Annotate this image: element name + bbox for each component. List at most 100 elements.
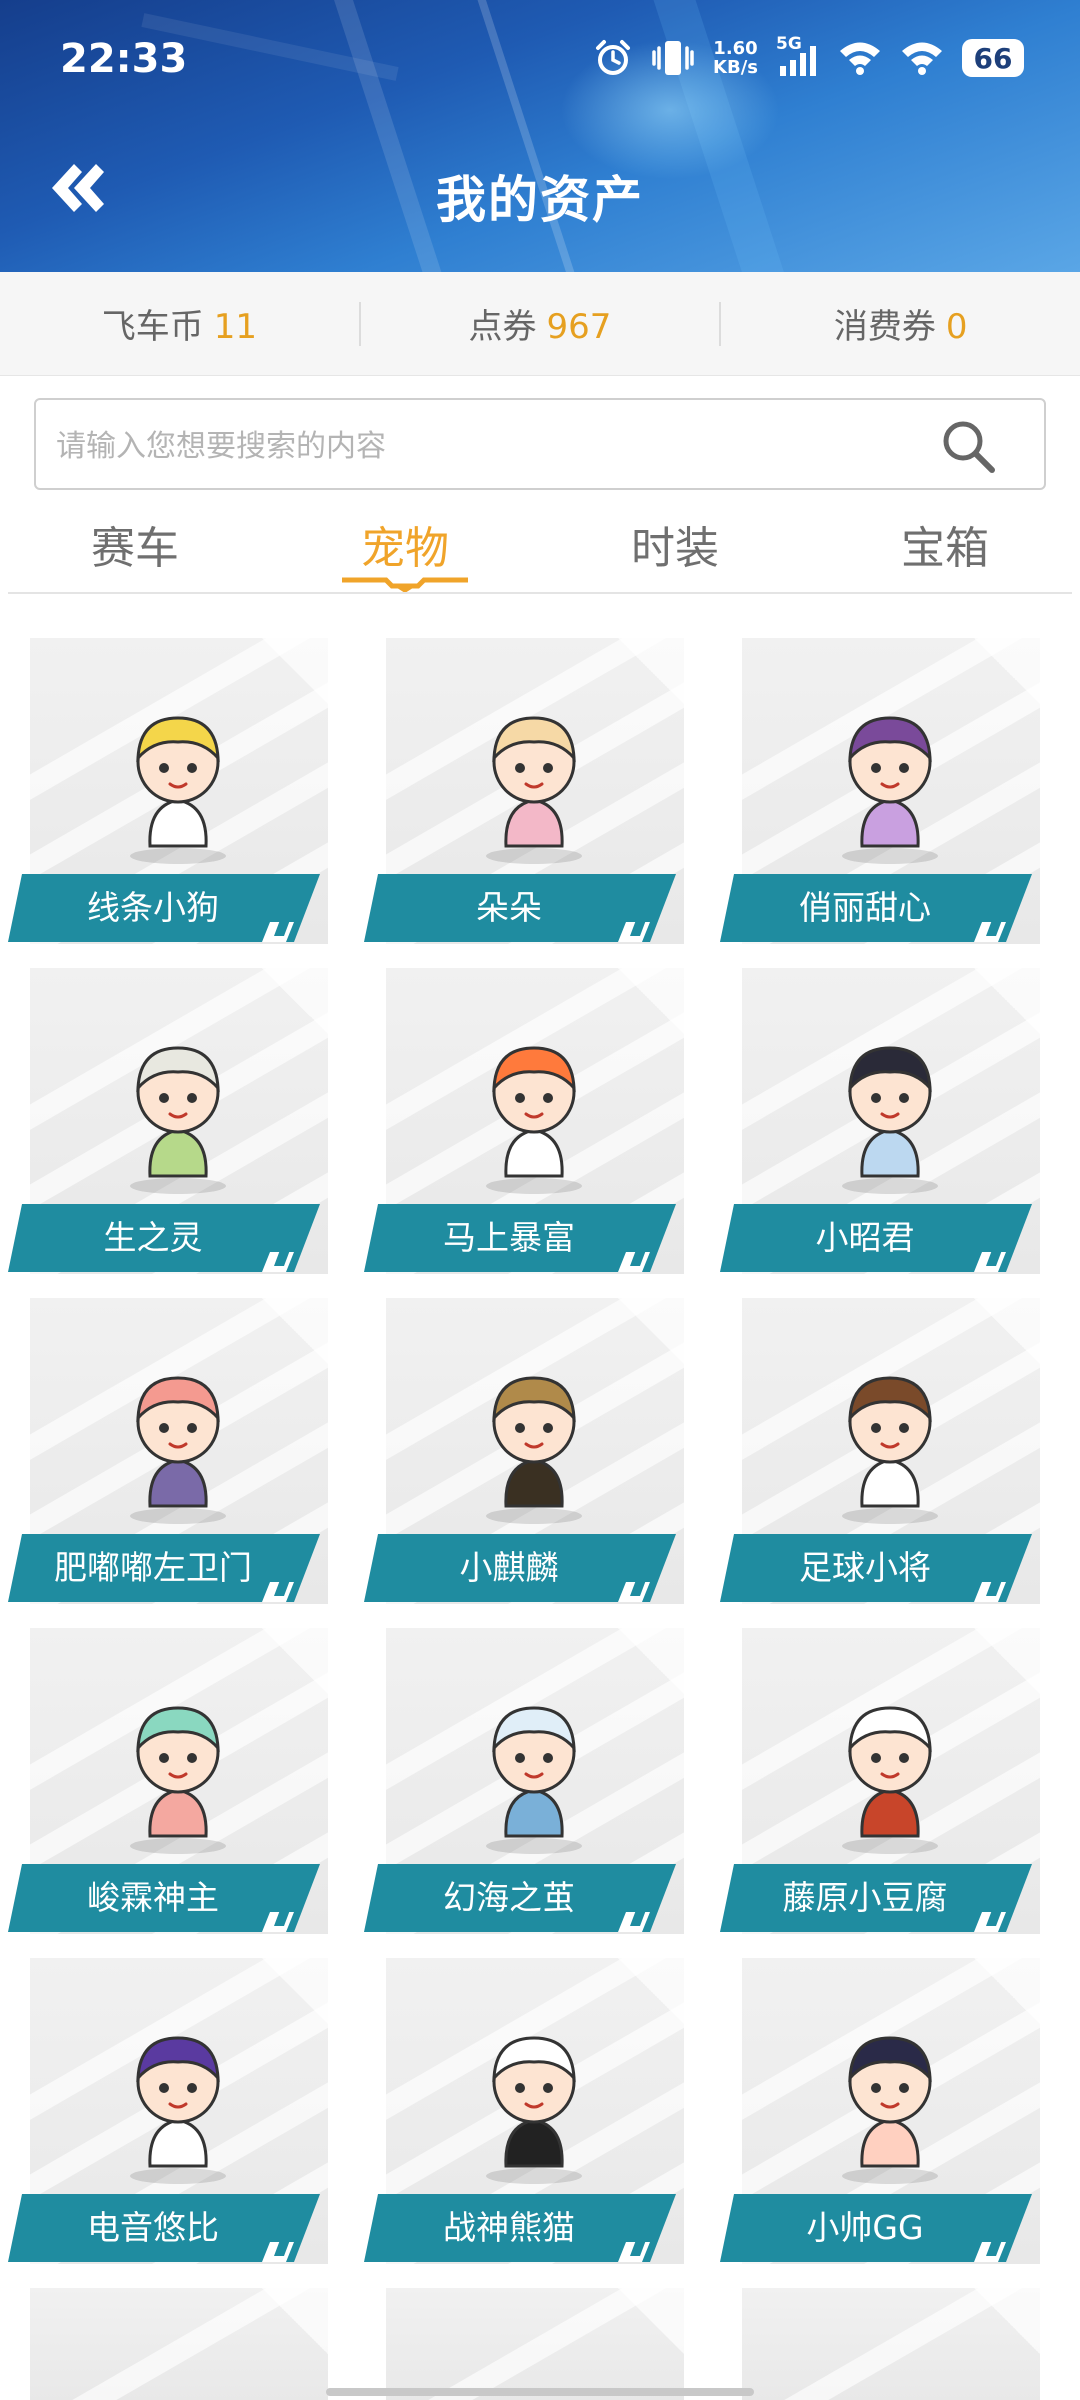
- pet-label: 幻海之茧: [364, 1864, 684, 1932]
- pet-image: [486, 2036, 582, 2184]
- pet-card[interactable]: 战神熊猫: [364, 1956, 704, 2264]
- pet-label: 朵朵: [364, 874, 684, 942]
- pet-label: 电音悠比: [8, 2194, 328, 2262]
- pet-name: 幻海之茧: [443, 1878, 575, 1917]
- category-tabs: 赛车 宠物 时装 宝箱: [0, 500, 1080, 596]
- pet-label: 藤原小豆腐: [720, 1864, 1040, 1932]
- pet-card[interactable]: [8, 2286, 348, 2400]
- pet-name: 俏丽甜心: [799, 888, 931, 927]
- pet-image: [486, 1706, 582, 1854]
- pet-card[interactable]: 峻霖神主: [8, 1626, 348, 1934]
- pet-card[interactable]: [364, 2286, 704, 2400]
- pet-name: 足球小将: [799, 1548, 931, 1587]
- pet-image: [842, 1046, 938, 1194]
- tab-label: 宠物: [361, 523, 449, 574]
- pet-label: 线条小狗: [8, 874, 328, 942]
- pet-card[interactable]: 朵朵: [364, 636, 704, 944]
- network-speed: 1.60 KB/s: [713, 39, 758, 77]
- pet-name: 电音悠比: [87, 2208, 219, 2247]
- currency-label: 飞车币: [101, 307, 204, 347]
- status-time: 22:33: [60, 36, 188, 82]
- alarm-icon: [596, 40, 631, 75]
- pet-name: 小帅GG: [806, 2208, 924, 2247]
- currency-coin: 飞车币 11: [0, 299, 359, 348]
- currency-value: 967: [546, 307, 612, 347]
- pet-image: [130, 716, 226, 864]
- pet-card[interactable]: 肥嘟嘟左卫门: [8, 1296, 348, 1604]
- card-background: [386, 2288, 684, 2400]
- pet-card[interactable]: 小麒麟: [364, 1296, 704, 1604]
- tab-label: 时装: [631, 523, 719, 574]
- pet-image: [842, 2036, 938, 2184]
- pet-image: [842, 1706, 938, 1854]
- wifi-icon: [902, 42, 942, 75]
- pet-image: [130, 1046, 226, 1194]
- currency-consumption: 消费券 0: [721, 299, 1080, 348]
- pet-image: [130, 1706, 226, 1854]
- currency-voucher: 点券 967: [361, 299, 720, 348]
- signal-group: 5G: [776, 34, 820, 78]
- pet-card[interactable]: 幻海之茧: [364, 1626, 704, 1934]
- pet-card[interactable]: 生之灵: [8, 966, 348, 1274]
- pet-label: 肥嘟嘟左卫门: [8, 1534, 328, 1602]
- pet-image: [486, 716, 582, 864]
- vibrate-icon: [652, 41, 694, 75]
- search-input[interactable]: [56, 418, 916, 474]
- page-title: 我的资产: [436, 171, 644, 229]
- pet-label: 小麒麟: [364, 1534, 684, 1602]
- tab-pets[interactable]: 宠物: [270, 500, 540, 596]
- battery-icon: 66: [962, 39, 1024, 77]
- currency-value: 11: [213, 307, 257, 347]
- tab-label: 赛车: [91, 523, 179, 574]
- pet-image: [486, 1046, 582, 1194]
- pet-label: 足球小将: [720, 1534, 1040, 1602]
- tab-label: 宝箱: [901, 523, 989, 574]
- pet-name: 马上暴富: [443, 1218, 575, 1257]
- currency-bar: 飞车币 11 点券 967 消费券 0: [0, 272, 1080, 376]
- search-icon[interactable]: [938, 416, 998, 476]
- header: 22:33 1.60 KB/s 5G 66 我的资产: [0, 0, 1080, 272]
- speed-value: 1.60: [713, 38, 758, 59]
- pet-name: 小麒麟: [459, 1548, 559, 1587]
- pet-card[interactable]: 藤原小豆腐: [720, 1626, 1060, 1934]
- status-bar: 22:33 1.60 KB/s 5G 66: [0, 0, 1080, 120]
- pet-card[interactable]: 俏丽甜心: [720, 636, 1060, 944]
- pet-name: 线条小狗: [87, 888, 219, 927]
- pet-label: 战神熊猫: [364, 2194, 684, 2262]
- pet-image: [486, 1376, 582, 1524]
- card-background: [742, 2288, 1040, 2400]
- pet-card[interactable]: 小昭君: [720, 966, 1060, 1274]
- pet-label: 峻霖神主: [8, 1864, 328, 1932]
- signal-icon: [780, 46, 816, 76]
- pet-image: [842, 1376, 938, 1524]
- pet-name: 肥嘟嘟左卫门: [54, 1548, 252, 1587]
- pet-image: [130, 2036, 226, 2184]
- pet-name: 藤原小豆腐: [782, 1878, 948, 1917]
- pet-name: 峻霖神主: [87, 1878, 219, 1917]
- pet-name: 生之灵: [103, 1218, 203, 1257]
- pet-image: [130, 1376, 226, 1524]
- home-indicator[interactable]: [326, 2388, 754, 2396]
- pet-card[interactable]: 电音悠比: [8, 1956, 348, 2264]
- currency-value: 0: [945, 307, 968, 347]
- pet-label: 生之灵: [8, 1204, 328, 1272]
- tab-treasure-box[interactable]: 宝箱: [810, 500, 1080, 596]
- currency-label: 消费券: [833, 307, 936, 347]
- pet-card[interactable]: 足球小将: [720, 1296, 1060, 1604]
- pet-card[interactable]: 小帅GG: [720, 1956, 1060, 2264]
- card-background: [30, 2288, 328, 2400]
- pet-card[interactable]: 马上暴富: [364, 966, 704, 1274]
- tab-fashion[interactable]: 时装: [540, 500, 810, 596]
- tab-cars[interactable]: 赛车: [0, 500, 270, 596]
- pet-label: 马上暴富: [364, 1204, 684, 1272]
- pet-name: 朵朵: [476, 888, 542, 927]
- wifi-icon: [840, 42, 880, 75]
- pet-card[interactable]: [720, 2286, 1060, 2400]
- pet-label: 小昭君: [720, 1204, 1040, 1272]
- pet-name: 小昭君: [815, 1218, 915, 1257]
- speed-unit: KB/s: [713, 57, 758, 78]
- pet-label: 小帅GG: [720, 2194, 1040, 2262]
- pet-card[interactable]: 线条小狗: [8, 636, 348, 944]
- search-box: [34, 398, 1046, 490]
- status-icons: 1.60 KB/s 5G 66: [593, 34, 1024, 78]
